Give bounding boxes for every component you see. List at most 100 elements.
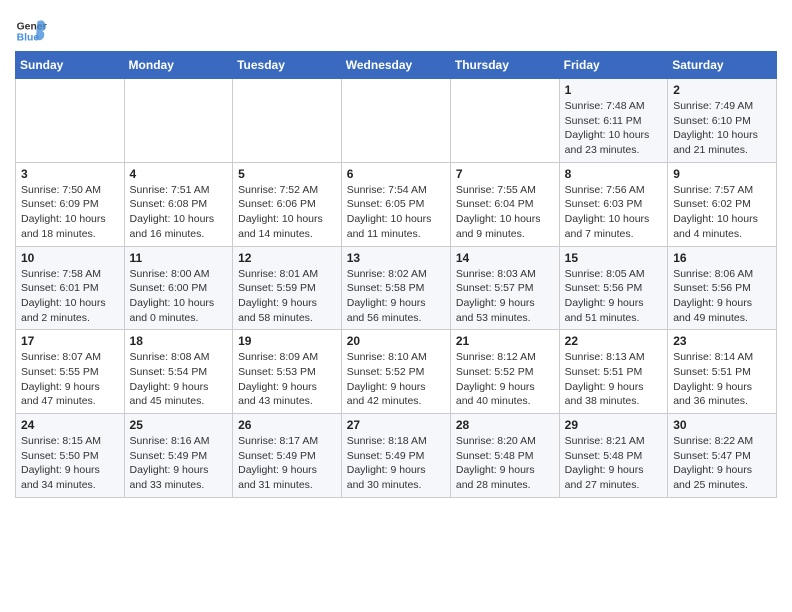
- day-info: Sunrise: 8:17 AM Sunset: 5:49 PM Dayligh…: [238, 434, 336, 493]
- calendar-day-cell: 7Sunrise: 7:55 AM Sunset: 6:04 PM Daylig…: [450, 162, 559, 246]
- day-info: Sunrise: 8:10 AM Sunset: 5:52 PM Dayligh…: [347, 350, 445, 409]
- weekday-header-cell: Wednesday: [341, 52, 450, 79]
- day-number: 18: [130, 334, 228, 348]
- calendar-day-cell: [341, 79, 450, 163]
- day-number: 21: [456, 334, 554, 348]
- day-number: 26: [238, 418, 336, 432]
- calendar-day-cell: 6 Sunrise: 7:54 AM Sunset: 6:05 PM Daylig…: [341, 162, 450, 246]
- logo: General Blue: [15, 15, 51, 47]
- day-info: Sunrise: 8:00 AM Sunset: 6:00 PM Dayligh…: [130, 267, 228, 326]
- calendar-day-cell: [233, 79, 342, 163]
- day-number: 22: [565, 334, 663, 348]
- day-number: 20: [347, 334, 445, 348]
- calendar-day-cell: 5 Sunrise: 7:52 AM Sunset: 6:06 PM Daylig…: [233, 162, 342, 246]
- calendar-day-cell: 15 Sunrise: 8:05 AM Sunset: 5:56 PM Dayli…: [559, 246, 668, 330]
- calendar-body: 1 Sunrise: 7:48 AM Sunset: 6:11 PM Daylig…: [16, 79, 777, 498]
- day-info: Sunrise: 7:56 AM Sunset: 6:03 PM Dayligh…: [565, 183, 663, 242]
- calendar-day-cell: 29 Sunrise: 8:21 AM Sunset: 5:48 PM Dayli…: [559, 414, 668, 498]
- calendar-day-cell: 22 Sunrise: 8:13 AM Sunset: 5:51 PM Dayli…: [559, 330, 668, 414]
- calendar-table: SundayMondayTuesdayWednesdayThursdayFrid…: [15, 51, 777, 498]
- calendar-day-cell: 1 Sunrise: 7:48 AM Sunset: 6:11 PM Daylig…: [559, 79, 668, 163]
- calendar-week-row: 17 Sunrise: 8:07 AM Sunset: 5:55 PM Dayli…: [16, 330, 777, 414]
- calendar-day-cell: 21 Sunrise: 8:12 AM Sunset: 5:52 PM Dayli…: [450, 330, 559, 414]
- day-number: 5: [238, 167, 336, 181]
- calendar-day-cell: 23 Sunrise: 8:14 AM Sunset: 5:51 PM Dayli…: [668, 330, 777, 414]
- calendar-day-cell: [124, 79, 233, 163]
- day-number: 27: [347, 418, 445, 432]
- calendar-day-cell: 2 Sunrise: 7:49 AM Sunset: 6:10 PM Daylig…: [668, 79, 777, 163]
- day-number: 15: [565, 251, 663, 265]
- calendar-day-cell: 17 Sunrise: 8:07 AM Sunset: 5:55 PM Dayli…: [16, 330, 125, 414]
- day-number: 25: [130, 418, 228, 432]
- day-info: Sunrise: 7:57 AM Sunset: 6:02 PM Dayligh…: [673, 183, 771, 242]
- calendar-day-cell: [16, 79, 125, 163]
- day-info: Sunrise: 7:50 AM Sunset: 6:09 PM Dayligh…: [21, 183, 119, 242]
- weekday-header-cell: Monday: [124, 52, 233, 79]
- day-info: Sunrise: 8:08 AM Sunset: 5:54 PM Dayligh…: [130, 350, 228, 409]
- day-info: Sunrise: 8:22 AM Sunset: 5:47 PM Dayligh…: [673, 434, 771, 493]
- day-number: 29: [565, 418, 663, 432]
- day-number: 28: [456, 418, 554, 432]
- day-number: 23: [673, 334, 771, 348]
- day-info: Sunrise: 7:49 AM Sunset: 6:10 PM Dayligh…: [673, 99, 771, 158]
- calendar-day-cell: 18 Sunrise: 8:08 AM Sunset: 5:54 PM Dayli…: [124, 330, 233, 414]
- day-info: Sunrise: 8:21 AM Sunset: 5:48 PM Dayligh…: [565, 434, 663, 493]
- day-info: Sunrise: 7:58 AM Sunset: 6:01 PM Dayligh…: [21, 267, 119, 326]
- calendar-day-cell: 30 Sunrise: 8:22 AM Sunset: 5:47 PM Dayli…: [668, 414, 777, 498]
- calendar-day-cell: 27Sunrise: 8:18 AM Sunset: 5:49 PM Dayli…: [341, 414, 450, 498]
- day-number: 12: [238, 251, 336, 265]
- day-info: Sunrise: 8:13 AM Sunset: 5:51 PM Dayligh…: [565, 350, 663, 409]
- logo-icon: General Blue: [15, 15, 47, 47]
- calendar-day-cell: 11 Sunrise: 8:00 AM Sunset: 6:00 PM Dayli…: [124, 246, 233, 330]
- day-number: 19: [238, 334, 336, 348]
- day-number: 13: [347, 251, 445, 265]
- calendar-week-row: 3 Sunrise: 7:50 AM Sunset: 6:09 PM Daylig…: [16, 162, 777, 246]
- day-info: Sunrise: 8:12 AM Sunset: 5:52 PM Dayligh…: [456, 350, 554, 409]
- calendar-day-cell: [450, 79, 559, 163]
- day-number: 30: [673, 418, 771, 432]
- calendar-day-cell: 14 Sunrise: 8:03 AM Sunset: 5:57 PM Dayli…: [450, 246, 559, 330]
- day-info: Sunrise: 8:07 AM Sunset: 5:55 PM Dayligh…: [21, 350, 119, 409]
- weekday-header-cell: Saturday: [668, 52, 777, 79]
- calendar-day-cell: 28Sunrise: 8:20 AM Sunset: 5:48 PM Dayli…: [450, 414, 559, 498]
- calendar-day-cell: 20 Sunrise: 8:10 AM Sunset: 5:52 PM Dayli…: [341, 330, 450, 414]
- day-number: 16: [673, 251, 771, 265]
- day-number: 14: [456, 251, 554, 265]
- day-info: Sunrise: 8:09 AM Sunset: 5:53 PM Dayligh…: [238, 350, 336, 409]
- day-number: 3: [21, 167, 119, 181]
- calendar-day-cell: 4Sunrise: 7:51 AM Sunset: 6:08 PM Daylig…: [124, 162, 233, 246]
- day-info: Sunrise: 7:51 AM Sunset: 6:08 PM Dayligh…: [130, 183, 228, 242]
- day-info: Sunrise: 7:52 AM Sunset: 6:06 PM Dayligh…: [238, 183, 336, 242]
- calendar-week-row: 1 Sunrise: 7:48 AM Sunset: 6:11 PM Daylig…: [16, 79, 777, 163]
- day-info: Sunrise: 8:14 AM Sunset: 5:51 PM Dayligh…: [673, 350, 771, 409]
- calendar-day-cell: 12 Sunrise: 8:01 AM Sunset: 5:59 PM Dayli…: [233, 246, 342, 330]
- weekday-header-cell: Friday: [559, 52, 668, 79]
- day-info: Sunrise: 8:06 AM Sunset: 5:56 PM Dayligh…: [673, 267, 771, 326]
- calendar-day-cell: 3 Sunrise: 7:50 AM Sunset: 6:09 PM Daylig…: [16, 162, 125, 246]
- calendar-week-row: 24 Sunrise: 8:15 AM Sunset: 5:50 PM Dayli…: [16, 414, 777, 498]
- day-info: Sunrise: 7:55 AM Sunset: 6:04 PM Dayligh…: [456, 183, 554, 242]
- calendar-day-cell: 24 Sunrise: 8:15 AM Sunset: 5:50 PM Dayli…: [16, 414, 125, 498]
- day-number: 6: [347, 167, 445, 181]
- calendar-day-cell: 16 Sunrise: 8:06 AM Sunset: 5:56 PM Dayli…: [668, 246, 777, 330]
- day-info: Sunrise: 7:48 AM Sunset: 6:11 PM Dayligh…: [565, 99, 663, 158]
- calendar-day-cell: 8Sunrise: 7:56 AM Sunset: 6:03 PM Daylig…: [559, 162, 668, 246]
- calendar-day-cell: 25Sunrise: 8:16 AM Sunset: 5:49 PM Dayli…: [124, 414, 233, 498]
- day-info: Sunrise: 8:01 AM Sunset: 5:59 PM Dayligh…: [238, 267, 336, 326]
- day-info: Sunrise: 8:03 AM Sunset: 5:57 PM Dayligh…: [456, 267, 554, 326]
- day-info: Sunrise: 8:15 AM Sunset: 5:50 PM Dayligh…: [21, 434, 119, 493]
- day-number: 10: [21, 251, 119, 265]
- weekday-header-cell: Thursday: [450, 52, 559, 79]
- day-number: 17: [21, 334, 119, 348]
- calendar-week-row: 10 Sunrise: 7:58 AM Sunset: 6:01 PM Dayli…: [16, 246, 777, 330]
- day-number: 11: [130, 251, 228, 265]
- day-number: 2: [673, 83, 771, 97]
- calendar-day-cell: 19 Sunrise: 8:09 AM Sunset: 5:53 PM Dayli…: [233, 330, 342, 414]
- day-number: 24: [21, 418, 119, 432]
- day-number: 1: [565, 83, 663, 97]
- calendar-day-cell: 26 Sunrise: 8:17 AM Sunset: 5:49 PM Dayli…: [233, 414, 342, 498]
- calendar-day-cell: 9Sunrise: 7:57 AM Sunset: 6:02 PM Daylig…: [668, 162, 777, 246]
- day-info: Sunrise: 8:05 AM Sunset: 5:56 PM Dayligh…: [565, 267, 663, 326]
- weekday-header-row: SundayMondayTuesdayWednesdayThursdayFrid…: [16, 52, 777, 79]
- day-info: Sunrise: 7:54 AM Sunset: 6:05 PM Dayligh…: [347, 183, 445, 242]
